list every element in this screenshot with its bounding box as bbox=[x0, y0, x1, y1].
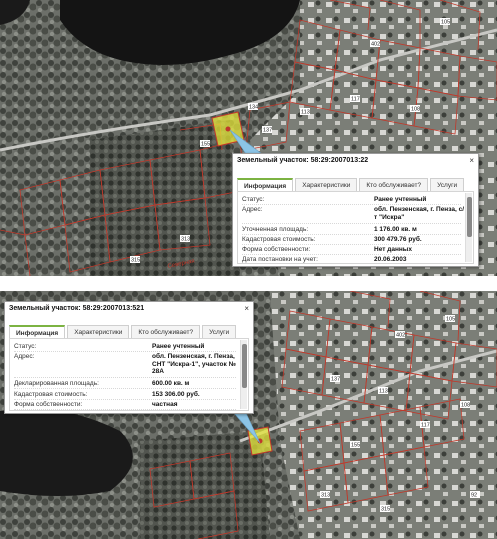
parcel-label: 117 bbox=[351, 97, 360, 103]
parcel-label: 113 bbox=[301, 110, 310, 116]
tab-characteristics[interactable]: Характеристики bbox=[67, 325, 130, 338]
map-screenshot-1: 134 137 113 117 108 402 155 313 315 105 … bbox=[0, 0, 497, 276]
info-row-ownership: Форма собственности: Нет данных bbox=[242, 245, 461, 255]
info-row-registration-date: Дата постановки на учет: 20.06.2003 bbox=[242, 255, 461, 263]
parcel-label: 92 bbox=[471, 493, 477, 499]
scrollbar[interactable] bbox=[240, 340, 247, 409]
row-label: Статус: bbox=[14, 343, 37, 350]
parcel-label: 134 bbox=[249, 105, 258, 111]
row-label: Статус: bbox=[242, 196, 265, 203]
info-row-status: Статус: Ранее учтенный bbox=[242, 195, 461, 205]
row-label: Адрес: bbox=[14, 353, 35, 360]
row-value: Нет данных bbox=[374, 246, 412, 253]
parcel-label: 113 bbox=[379, 389, 388, 395]
info-table: Статус: Ранее учтенный Адрес: обл. Пензе… bbox=[9, 338, 249, 411]
parcel-label: 315 bbox=[381, 507, 390, 513]
row-label: Уточненная площадь: bbox=[242, 226, 309, 233]
row-label: Дата постановки на учет: bbox=[242, 256, 318, 263]
close-icon[interactable]: × bbox=[244, 304, 249, 313]
parcel-label: 105 bbox=[446, 317, 455, 323]
row-value: частная bbox=[152, 401, 178, 408]
popup-pointer-2 bbox=[233, 412, 261, 444]
info-row-address: Адрес: обл. Пензенская, г. Пенза, СНТ "И… bbox=[14, 352, 236, 378]
tab-information[interactable]: Информация bbox=[9, 325, 66, 338]
tab-who-serves[interactable]: Кто обслуживает? bbox=[359, 178, 429, 191]
row-value: 1 176.00 кв. м bbox=[374, 226, 417, 233]
row-value: Ранее учтенный bbox=[374, 196, 427, 203]
row-label: Кадастровая стоимость: bbox=[242, 236, 316, 243]
row-label: Декларированная площадь: bbox=[14, 380, 99, 387]
row-value: Ранее учтенный bbox=[152, 343, 205, 350]
parcel-label: 313 bbox=[321, 493, 330, 499]
row-value: 153 306.00 руб. bbox=[152, 391, 200, 398]
popup-title: Земельный участок: 58:29:2007013:22 bbox=[237, 157, 369, 164]
image-divider bbox=[0, 276, 497, 291]
popup-title: Земельный участок: 58:29:2007013:521 bbox=[9, 305, 145, 312]
parcel-info-popup-2: Земельный участок: 58:29:2007013:521 × И… bbox=[4, 301, 254, 414]
tab-who-serves[interactable]: Кто обслуживает? bbox=[131, 325, 201, 338]
tab-services[interactable]: Услуги bbox=[430, 178, 465, 191]
scrollbar[interactable] bbox=[465, 193, 472, 262]
info-row-ownership: Форма собственности: частная bbox=[14, 400, 236, 410]
map-screenshot-2: 137 113 117 108 402 155 313 315 105 92 З… bbox=[0, 291, 497, 539]
parcel-label: 315 bbox=[131, 258, 140, 264]
tab-information[interactable]: Информация bbox=[237, 178, 294, 191]
popup-tabs: Информация Характеристики Кто обслуживае… bbox=[237, 178, 466, 191]
row-label: Форма собственности: bbox=[14, 401, 83, 408]
info-row-address: Адрес: обл. Пензенская, г. Пенза, с/т "И… bbox=[242, 205, 464, 224]
parcel-label: 402 bbox=[396, 333, 405, 339]
parcel-label: 117 bbox=[421, 423, 430, 429]
parcel-label: 402 bbox=[371, 42, 380, 48]
row-label: Форма собственности: bbox=[242, 246, 311, 253]
parcel-label: 105 bbox=[441, 20, 450, 26]
info-row-cadastral-value: Кадастровая стоимость: 153 306.00 руб. bbox=[14, 390, 236, 400]
parcel-label: 155 bbox=[201, 142, 210, 148]
row-value: обл. Пензенская, г. Пенза, с/т "Искра" bbox=[374, 206, 465, 221]
parcel-label: 155 bbox=[351, 443, 360, 449]
info-row-area: Декларированная площадь: 600.00 кв. м bbox=[14, 379, 236, 389]
row-label: Кадастровая стоимость: bbox=[14, 391, 88, 398]
parcel-label: 108 bbox=[461, 403, 470, 409]
tab-services[interactable]: Услуги bbox=[202, 325, 237, 338]
info-row-status: Статус: Ранее учтенный bbox=[14, 342, 236, 352]
tab-characteristics[interactable]: Характеристики bbox=[295, 178, 358, 191]
parcel-info-popup-1: Земельный участок: 58:29:2007013:22 × Ин… bbox=[232, 153, 479, 267]
parcel-label: 108 bbox=[411, 107, 420, 113]
row-value: 300 479.76 руб. bbox=[374, 236, 422, 243]
row-value: 20.06.2003 bbox=[374, 256, 407, 263]
parcel-label: 313 bbox=[181, 237, 190, 243]
row-label: Адрес: bbox=[242, 206, 263, 213]
parcel-label: 137 bbox=[331, 377, 340, 383]
row-value: 600.00 кв. м bbox=[152, 380, 190, 387]
popup-tabs: Информация Характеристики Кто обслуживае… bbox=[9, 325, 238, 338]
row-value: обл. Пензенская, г. Пенза, СНТ "Искра-1"… bbox=[152, 353, 236, 375]
info-row-cadastral-value: Кадастровая стоимость: 300 479.76 руб. bbox=[242, 235, 461, 245]
close-icon[interactable]: × bbox=[469, 156, 474, 165]
info-row-area: Уточненная площадь: 1 176.00 кв. м bbox=[242, 225, 461, 235]
info-table: Статус: Ранее учтенный Адрес: обл. Пензе… bbox=[237, 191, 474, 264]
